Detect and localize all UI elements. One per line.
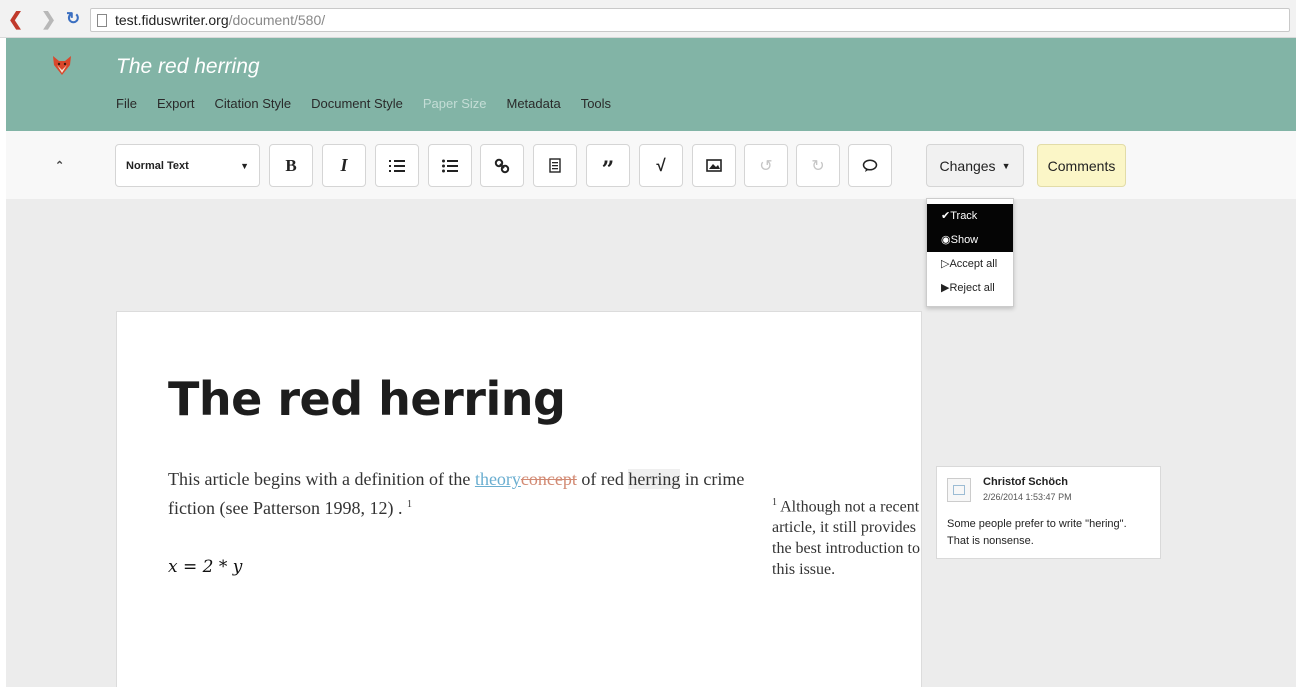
math-formula[interactable]: x = 2 * y [168,557,242,577]
footnote-button[interactable] [533,144,577,187]
quote-icon: ” [601,156,615,183]
menu-item-accept-all[interactable]: ▷Accept all [927,252,1013,276]
forward-icon[interactable]: ❯ [41,9,56,29]
check-icon: ✔ [941,210,951,222]
back-icon[interactable]: ❮ [8,9,23,29]
url-text: test.fiduswriter.org/document/580/ [115,12,325,28]
menu-item-show-label: Show [950,234,979,246]
comment-box[interactable]: Christof Schöch 2/26/2014 1:53:47 PM Som… [936,466,1161,559]
menu-item-show[interactable]: ◉Show [927,228,1013,252]
square-root-icon: √ [656,155,666,175]
bold-button[interactable]: B [269,144,313,187]
speech-bubble-icon [862,158,878,172]
footnote-icon [549,158,561,173]
deleted-text[interactable]: concept [521,469,577,489]
footnote-marker[interactable]: 1 [407,499,412,510]
text-style-select[interactable]: Normal Text ▼ [115,144,260,187]
url-host: test.fiduswriter.org [115,12,229,28]
document-page[interactable]: The red herring This article begins with… [116,311,922,687]
comments-button[interactable]: Comments [1037,144,1126,187]
inserted-text[interactable]: theory [475,469,521,489]
undo-button[interactable]: ↺ [744,144,788,187]
fox-logo-icon[interactable] [51,54,73,76]
collapse-header-icon[interactable]: ⌃ [55,159,64,172]
page-icon [97,14,107,27]
reload-icon[interactable]: ↻ [66,9,80,29]
commented-text[interactable]: herring [628,469,681,489]
footnote-text: Although not a recent article, it still … [772,498,920,579]
comment-text: Some people prefer to write "hering". Th… [947,518,1127,547]
main-menu: File Export Citation Style Document Styl… [116,96,631,111]
redo-button[interactable]: ↻ [796,144,840,187]
header-document-title: The red herring [116,55,260,78]
menu-paper-size[interactable]: Paper Size [423,96,487,111]
chevron-down-icon: ▼ [1001,160,1011,171]
quote-button[interactable]: ” [586,144,630,187]
browser-bar: ❮ ❯ ↻ test.fiduswriter.org/document/580/ [0,0,1296,38]
link-button[interactable] [480,144,524,187]
changes-label: Changes [939,157,996,174]
comment-button[interactable] [848,144,892,187]
avatar [947,478,971,502]
bullet-list-icon [442,159,458,172]
paragraph-text: of red [576,469,629,489]
eye-icon: ◉ [941,234,951,246]
menu-item-reject-all-label: Reject all [949,282,995,294]
app-header: The red herring File Export Citation Sty… [6,38,1296,131]
menu-citation-style[interactable]: Citation Style [215,96,292,111]
footnote[interactable]: 1 Although not a recent article, it stil… [772,492,922,580]
italic-button[interactable]: I [322,144,366,187]
document-paragraph[interactable]: This article begins with a definition of… [168,466,758,521]
url-path: /document/580/ [228,12,326,28]
menu-document-style[interactable]: Document Style [311,96,403,111]
link-icon [494,158,510,173]
comment-author: Christof Schöch [983,476,1068,488]
address-bar[interactable]: test.fiduswriter.org/document/580/ [90,8,1290,32]
menu-item-track[interactable]: ✔Track [927,204,1013,228]
menu-item-track-label: Track [950,210,978,222]
menu-item-reject-all[interactable]: ▶Reject all [927,276,1013,300]
footnote-number: 1 [772,497,777,508]
menu-tools[interactable]: Tools [581,96,611,111]
text-style-value: Normal Text [126,159,189,172]
image-icon [706,159,722,172]
editor-toolbar: ⌃ Normal Text ▼ B I ” √ ↺ ↻ Changes ▼ Co… [6,131,1296,199]
numbered-list-icon [389,159,405,172]
math-button[interactable]: √ [639,144,683,187]
menu-file[interactable]: File [116,96,137,111]
comment-date: 2/26/2014 1:53:47 PM [983,492,1072,502]
numbered-list-button[interactable] [375,144,419,187]
changes-dropdown-menu: ✔Track ◉Show ▷Accept all ▶Reject all [926,198,1014,307]
menu-item-accept-all-label: Accept all [949,258,998,270]
menu-export[interactable]: Export [157,96,195,111]
paragraph-text: This article begins with a definition of… [168,469,475,489]
document-title[interactable]: The red herring [168,372,566,426]
changes-button[interactable]: Changes ▼ [926,144,1024,187]
undo-icon: ↺ [759,157,773,175]
menu-metadata[interactable]: Metadata [506,96,560,111]
chevron-down-icon: ▼ [240,160,249,171]
redo-icon: ↻ [811,157,825,175]
bullet-list-button[interactable] [428,144,472,187]
image-button[interactable] [692,144,736,187]
